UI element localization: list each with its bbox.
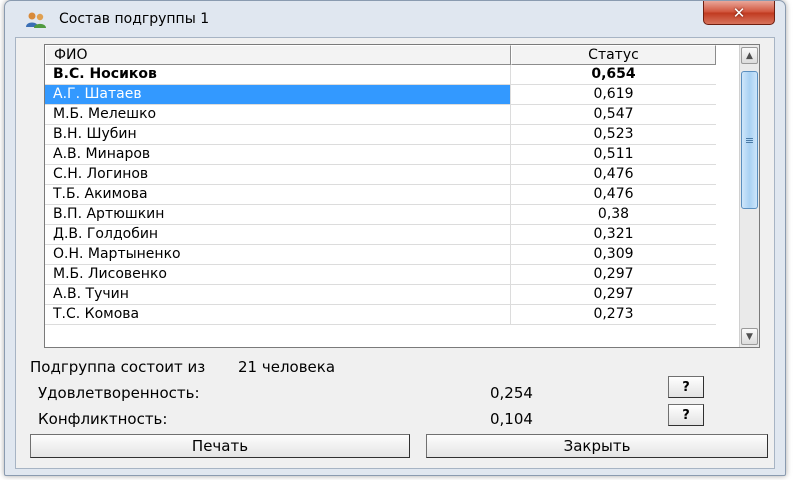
table-row[interactable]: В.Н. Шубин 0,523	[45, 125, 716, 145]
arrow-down-icon: ▼	[746, 331, 753, 342]
conflict-label: Конфликтность:	[38, 410, 168, 428]
cell-fio: А.В. Тучин	[45, 285, 511, 304]
users-icon	[26, 12, 46, 28]
column-header-status[interactable]: Статус	[511, 45, 716, 65]
cell-status: 0,38	[597, 206, 630, 222]
table-row[interactable]: О.Н. Мартыненко 0,309	[45, 245, 716, 265]
cell-status: 0,476	[593, 186, 634, 202]
window-close-button[interactable]: ✕	[703, 1, 775, 25]
members-table[interactable]: ФИО Статус В.С. Носиков 0,654 А.Г. Шатаев 0…	[44, 44, 760, 348]
scroll-down-button[interactable]: ▼	[741, 328, 758, 345]
cell-status: 0,654	[591, 66, 636, 82]
scroll-up-button[interactable]: ▲	[741, 47, 758, 64]
cell-fio: М.Б. Мелешко	[45, 105, 511, 124]
table-row[interactable]: М.Б. Лисовенко 0,297	[45, 265, 716, 285]
cell-fio: М.Б. Лисовенко	[45, 265, 511, 284]
close-icon: ✕	[732, 3, 746, 22]
arrow-up-icon: ▲	[746, 50, 753, 61]
print-button[interactable]: Печать	[30, 434, 410, 458]
cell-status: 0,476	[593, 166, 634, 182]
conflict-help-button[interactable]: ?	[668, 404, 704, 426]
table-header: ФИО Статус	[45, 45, 721, 65]
close-button[interactable]: Закрыть	[426, 434, 768, 458]
cell-status: 0,297	[593, 286, 634, 302]
subgroup-dialog: Состав подгруппы 1 ✕ ФИО Статус В.С. Нос…	[4, 0, 786, 476]
window-title: Состав подгруппы 1	[59, 11, 210, 27]
table-row[interactable]: М.Б. Мелешко 0,547	[45, 105, 716, 125]
cell-fio: Т.С. Комова	[45, 305, 511, 324]
cell-status: 0,297	[593, 266, 634, 282]
cell-fio: В.С. Носиков	[45, 65, 511, 84]
cell-status: 0,273	[593, 306, 634, 322]
table-body: В.С. Носиков 0,654 А.Г. Шатаев 0,619 М.Б. Ме…	[45, 65, 716, 325]
cell-fio: В.П. Артюшкин	[45, 205, 511, 224]
cell-fio: С.Н. Логинов	[45, 165, 511, 184]
table-row[interactable]: А.Г. Шатаев 0,619	[45, 85, 716, 105]
cell-fio: В.Н. Шубин	[45, 125, 511, 144]
cell-status: 0,619	[593, 86, 634, 102]
table-row[interactable]: Т.С. Комова 0,273	[45, 305, 716, 325]
table-row[interactable]: А.В. Тучин 0,297	[45, 285, 716, 305]
vertical-scrollbar[interactable]: ▲ ≡ ▼	[739, 45, 759, 347]
column-header-fio[interactable]: ФИО	[45, 45, 511, 65]
cell-fio: Т.Б. Акимова	[45, 185, 511, 204]
satisfaction-help-button[interactable]: ?	[668, 376, 704, 398]
cell-status: 0,309	[593, 246, 634, 262]
cell-fio: А.Г. Шатаев	[45, 85, 511, 104]
cell-fio: Д.В. Голдобин	[45, 225, 511, 244]
cell-status: 0,523	[593, 126, 634, 142]
table-row[interactable]: Д.В. Голдобин 0,321	[45, 225, 716, 245]
table-row[interactable]: В.П. Артюшкин 0,38	[45, 205, 716, 225]
subgroup-size-label: Подгруппа состоит из	[30, 358, 206, 376]
conflict-value: 0,104	[490, 410, 533, 428]
table-row[interactable]: Т.Б. Акимова 0,476	[45, 185, 716, 205]
cell-fio: А.В. Минаров	[45, 145, 511, 164]
cell-status: 0,321	[593, 226, 634, 242]
cell-status: 0,547	[593, 106, 634, 122]
table-row[interactable]: В.С. Носиков 0,654	[45, 65, 716, 85]
satisfaction-value: 0,254	[490, 384, 533, 402]
cell-status: 0,511	[593, 146, 634, 162]
dialog-client-area: ФИО Статус В.С. Носиков 0,654 А.Г. Шатаев 0…	[15, 37, 775, 469]
table-row[interactable]: С.Н. Логинов 0,476	[45, 165, 716, 185]
scroll-thumb[interactable]: ≡	[741, 71, 758, 209]
grip-icon: ≡	[744, 133, 755, 147]
cell-fio: О.Н. Мартыненко	[45, 245, 511, 264]
title-bar: Состав подгруппы 1 ✕	[5, 1, 785, 37]
satisfaction-label: Удовлетворенность:	[38, 384, 200, 402]
subgroup-size-value: 21 человека	[238, 358, 336, 376]
table-row[interactable]: А.В. Минаров 0,511	[45, 145, 716, 165]
